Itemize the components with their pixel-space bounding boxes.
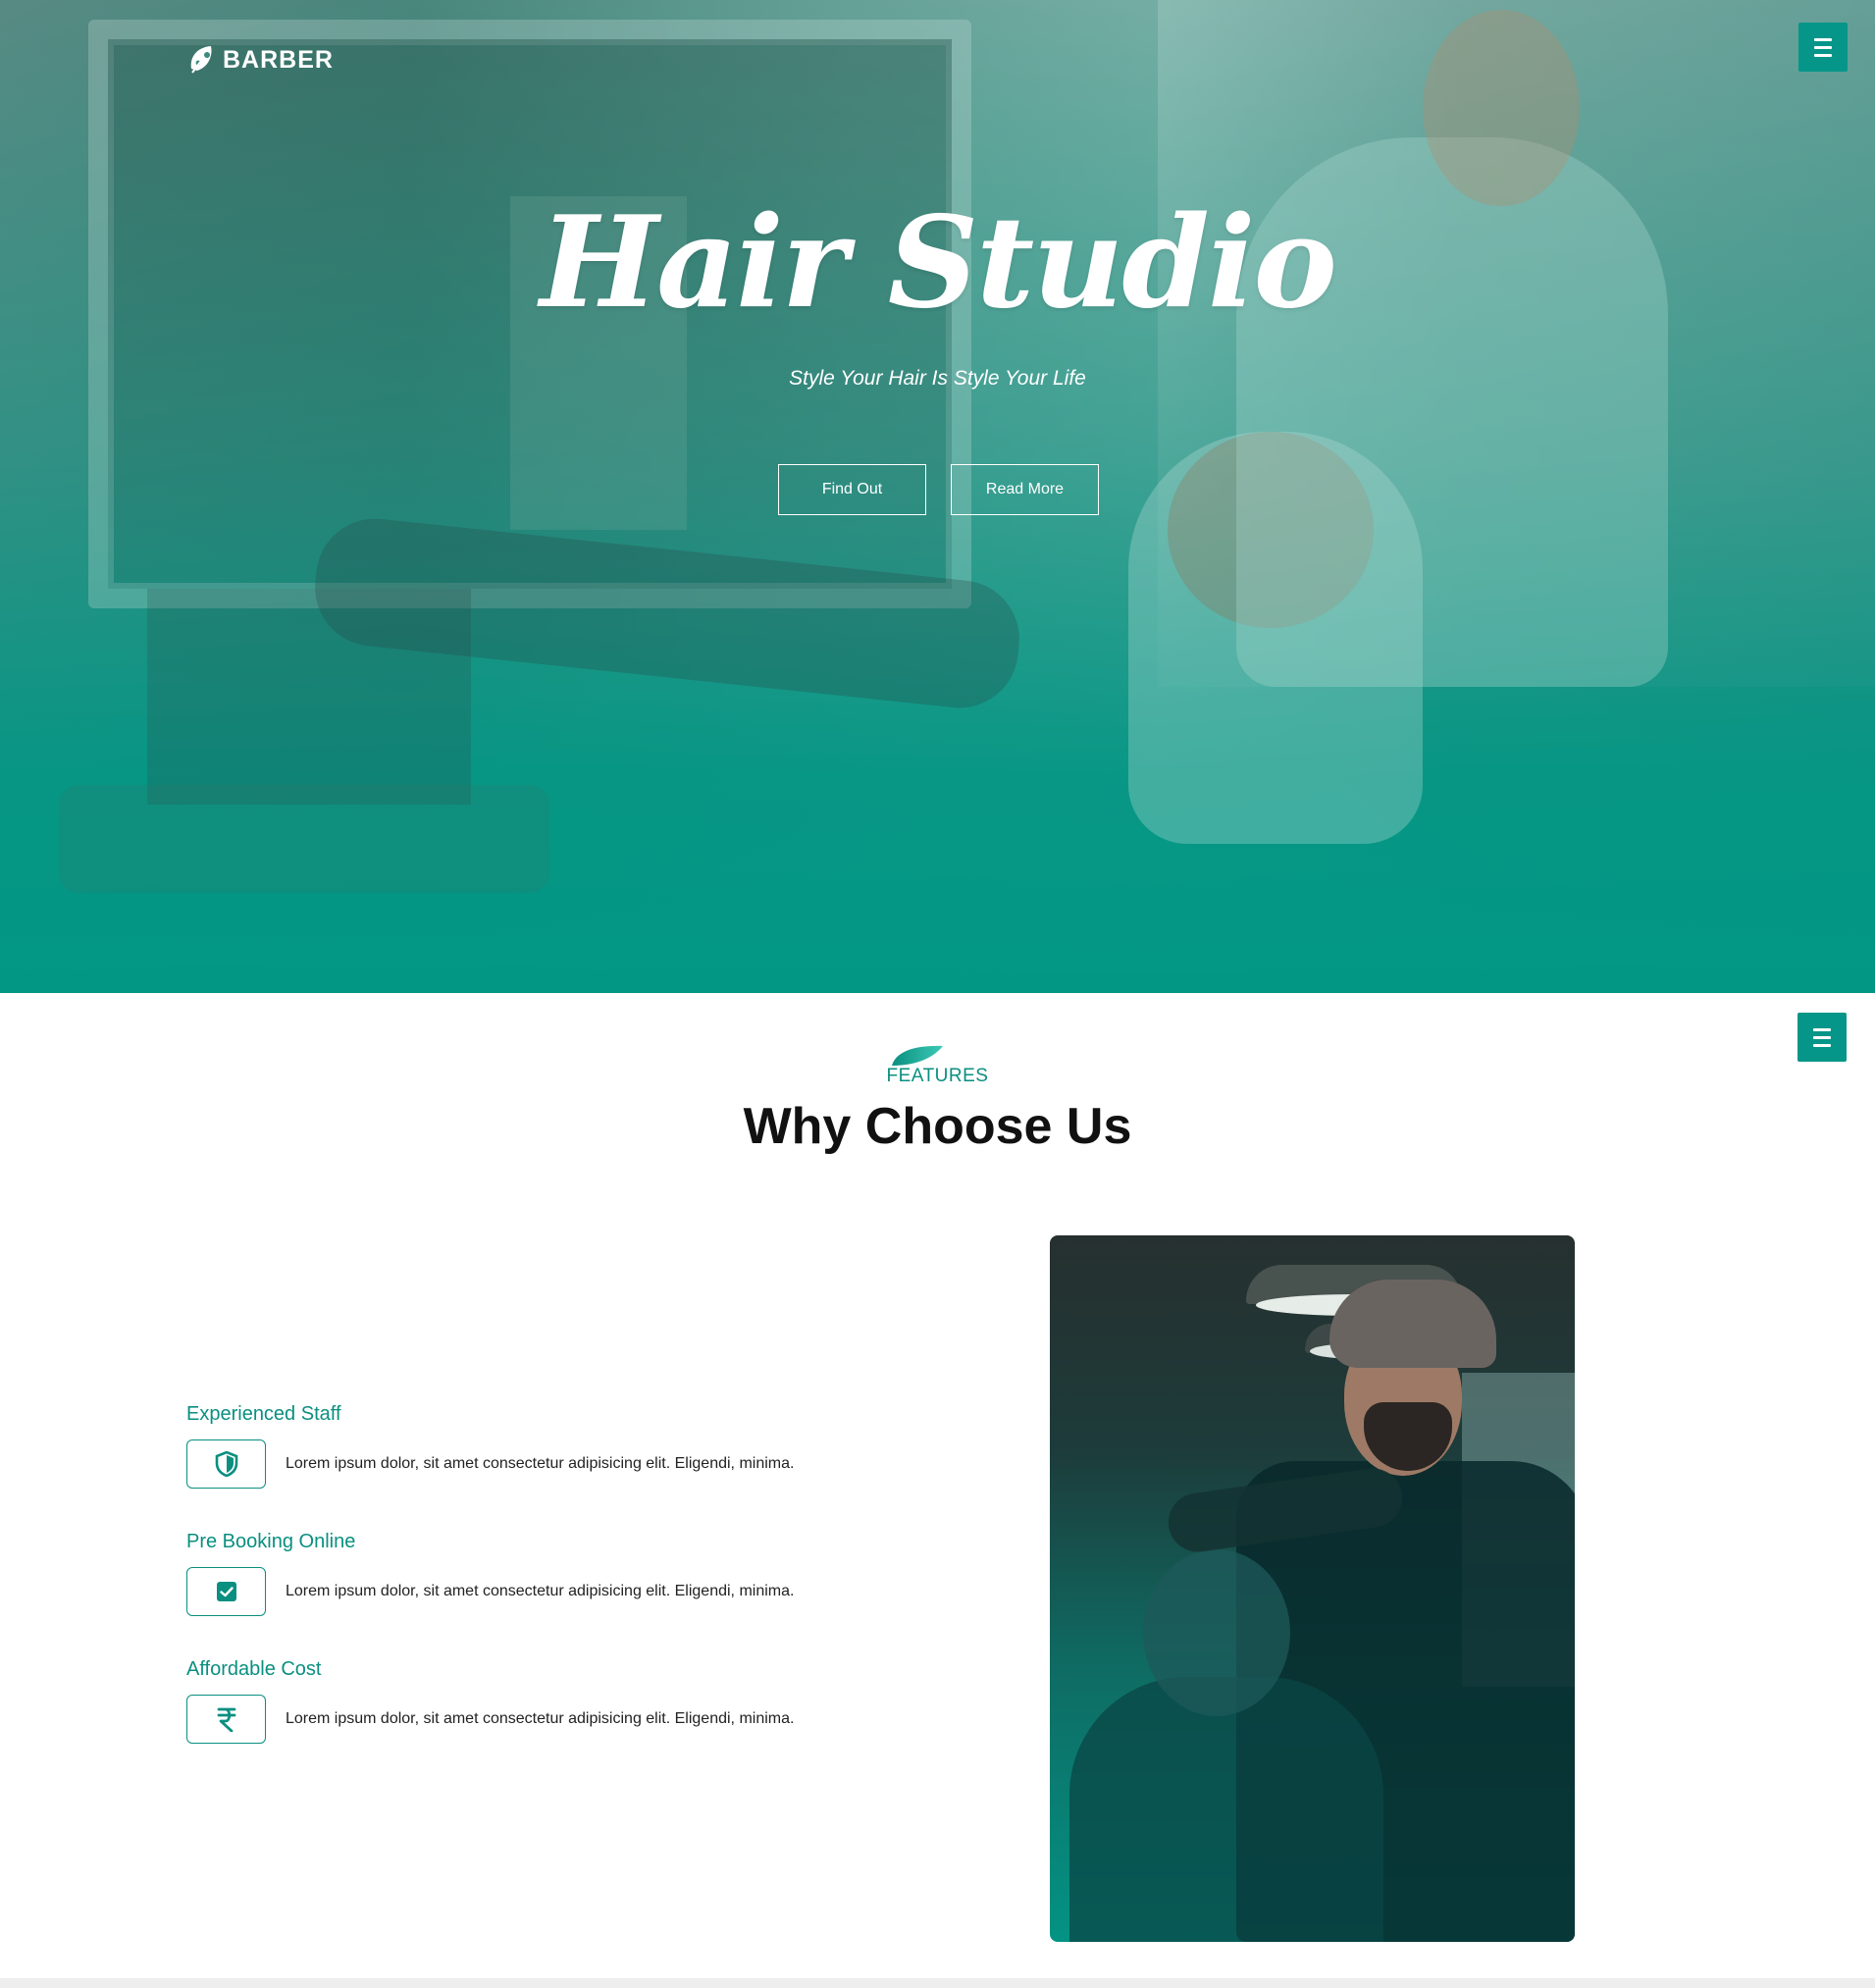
menu-button-sticky[interactable]: [1797, 1013, 1847, 1062]
section-title: Why Choose Us: [743, 1098, 1132, 1155]
check-square-icon: [216, 1582, 236, 1601]
feature-experienced-staff: Experienced Staff Lorem ipsum dolor, sit…: [186, 1403, 932, 1489]
feature-icon-box: [186, 1439, 266, 1489]
section-label: FEATURES: [886, 1066, 989, 1086]
feature-description: Lorem ipsum dolor, sit amet consectetur …: [286, 1455, 795, 1472]
feature-title: Experienced Staff: [186, 1403, 341, 1425]
feature-title: Affordable Cost: [186, 1658, 322, 1680]
read-more-button[interactable]: Read More: [951, 464, 1099, 515]
hero-section: BARBER Hair Studio Style Your Hair Is St…: [0, 0, 1875, 993]
feature-pre-booking-online: Pre Booking Online Lorem ipsum dolor, si…: [186, 1531, 932, 1616]
hamburger-menu-icon: [1813, 1027, 1831, 1031]
feature-description: Lorem ipsum dolor, sit amet consectetur …: [286, 1710, 795, 1727]
hero-subtitle: Style Your Hair Is Style Your Life: [789, 367, 1086, 390]
hero-title: Hair Studio: [540, 189, 1337, 337]
feature-description: Lorem ipsum dolor, sit amet consectetur …: [286, 1583, 795, 1599]
hamburger-menu-icon: [1814, 37, 1832, 41]
feature-title: Pre Booking Online: [186, 1531, 356, 1552]
leaf-decoration-icon: [892, 1045, 943, 1066]
section-divider: [0, 1978, 1875, 1988]
barber-photo: [1050, 1235, 1575, 1942]
feature-affordable-cost: Affordable Cost Lorem ipsum dolor, sit a…: [186, 1658, 932, 1744]
menu-button[interactable]: [1798, 23, 1848, 72]
leaf-logo-icon: [190, 46, 212, 74]
feature-icon-box: [186, 1567, 266, 1616]
find-out-button[interactable]: Find Out: [778, 464, 926, 515]
feature-icon-box: [186, 1695, 266, 1744]
shield-icon: [215, 1451, 237, 1477]
logo-text: BARBER: [223, 45, 334, 74]
site-logo[interactable]: BARBER: [187, 43, 334, 77]
rupee-icon: [217, 1707, 235, 1732]
hero-buttons: Find Out Read More: [778, 464, 1099, 515]
